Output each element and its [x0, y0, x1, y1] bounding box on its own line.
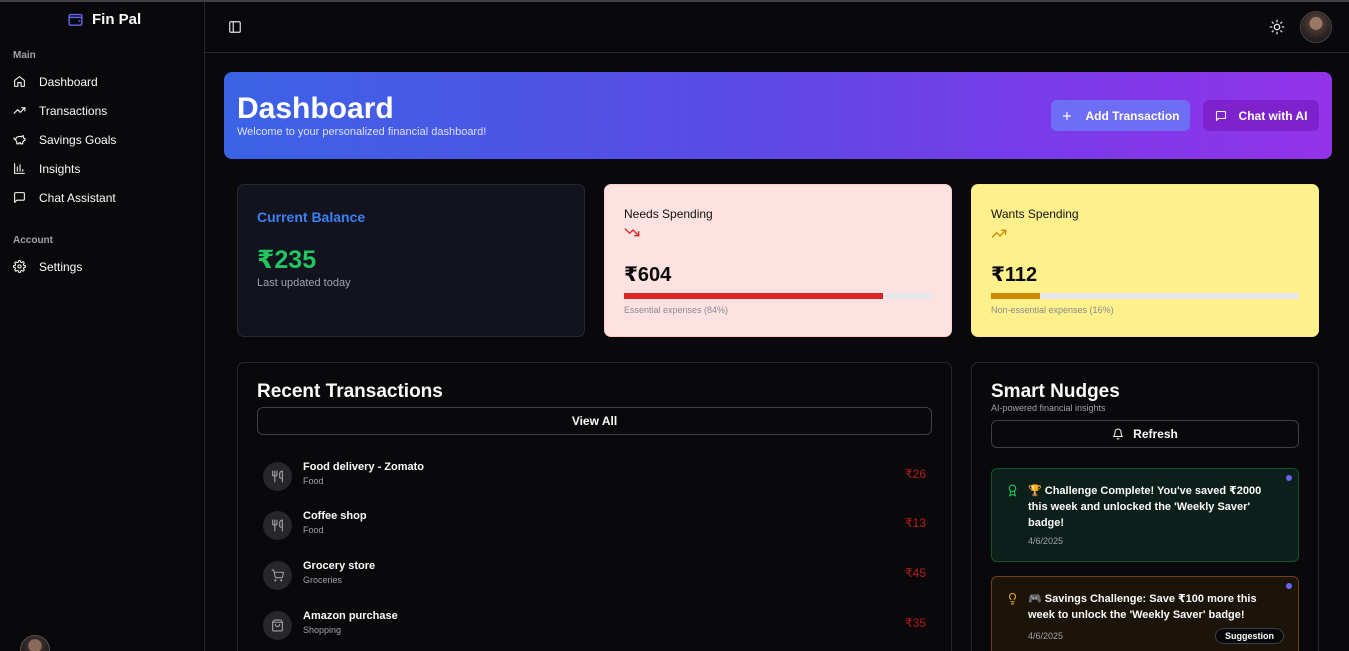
wants-title: Wants Spending — [991, 207, 1079, 221]
sidebar-item-transactions[interactable]: Transactions — [8, 96, 196, 125]
utensils-icon — [263, 511, 292, 540]
sidebar-user-avatar[interactable] — [20, 635, 50, 651]
transaction-amount: ₹35 — [905, 616, 926, 630]
lightbulb-icon — [1009, 593, 1016, 605]
plus-icon — [1063, 111, 1072, 120]
recent-transactions-panel: Recent Transactions View All Food delive… — [237, 362, 952, 651]
nudges-subtitle: AI-powered financial insights — [991, 403, 1106, 413]
sidebar-item-label: Transactions — [39, 103, 108, 118]
bell-icon — [1113, 428, 1124, 440]
trending-up-icon — [991, 229, 1007, 238]
balance-value: ₹235 — [257, 246, 317, 274]
balance-updated-text: Last updated today — [257, 277, 351, 289]
sidebar-item-label: Settings — [39, 259, 83, 274]
shopping-bag-icon — [263, 611, 292, 640]
smart-nudges-panel: Smart Nudges AI-powered financial insigh… — [971, 362, 1319, 651]
suggestion-badge: Suggestion — [1215, 628, 1284, 644]
wallet-icon — [68, 13, 83, 26]
piggy-bank-icon — [13, 135, 26, 145]
needs-progress-bar — [624, 293, 932, 299]
message-square-icon — [1215, 110, 1226, 121]
utensils-icon — [263, 462, 292, 491]
sidebar-item-savings-goals[interactable]: Savings Goals — [8, 125, 196, 154]
brand[interactable]: Fin Pal — [67, 11, 141, 28]
sidebar-item-dashboard[interactable]: Dashboard — [8, 67, 196, 96]
page-title: Dashboard — [237, 92, 394, 125]
sidebar-item-label: Chat Assistant — [39, 190, 116, 205]
sidebar-item-label: Insights — [39, 161, 81, 176]
nudge-text: 🏆 Challenge Complete! You've saved ₹2000… — [1028, 485, 1262, 529]
transaction-category: Food — [303, 525, 324, 535]
transaction-category: Groceries — [303, 575, 343, 585]
transaction-amount: ₹13 — [905, 516, 926, 530]
account-nav: Settings — [8, 252, 196, 281]
sun-icon[interactable] — [1269, 19, 1285, 35]
sidebar: Fin Pal Main Dashboard Transactions Savi… — [0, 2, 205, 651]
nudge-date: 4/6/2025 — [1028, 631, 1064, 641]
wants-caption: Non-essential expenses (16%) — [991, 305, 1114, 315]
transaction-row[interactable]: Grocery store Groceries ₹45 — [263, 558, 928, 594]
bar-chart-icon — [14, 163, 25, 174]
page-subtitle: Welcome to your personalized financial d… — [237, 126, 487, 138]
sidebar-item-chat-assistant[interactable]: Chat Assistant — [8, 183, 196, 212]
add-transaction-label: Add Transaction — [1085, 108, 1180, 123]
wants-progress-bar — [991, 293, 1299, 299]
add-transaction-button[interactable]: Add Transaction — [1051, 100, 1190, 131]
transaction-name: Food delivery - Zomato — [303, 461, 425, 473]
current-balance-card: Current Balance ₹235 Last updated today — [237, 184, 585, 337]
sidebar-item-insights[interactable]: Insights — [8, 154, 196, 183]
trending-down-icon — [624, 228, 640, 237]
refresh-button[interactable]: Refresh — [991, 420, 1299, 448]
chat-with-ai-label: Chat with AI — [1238, 108, 1308, 123]
transaction-name: Amazon purchase — [303, 610, 398, 622]
sidebar-item-label: Savings Goals — [39, 132, 117, 147]
chat-with-ai-button[interactable]: Chat with AI — [1203, 100, 1319, 131]
nudge-date: 4/6/2025 — [1028, 536, 1064, 546]
home-icon — [14, 76, 25, 87]
nudge-text: 🎮 Savings Challenge: Save ₹100 more this… — [1028, 593, 1257, 621]
transaction-name: Grocery store — [303, 560, 376, 572]
transactions-title: Recent Transactions — [257, 381, 443, 402]
main-group-label: Main — [13, 50, 36, 61]
transaction-amount: ₹45 — [905, 566, 926, 580]
dashboard-hero: Dashboard Welcome to your personalized f… — [224, 72, 1332, 159]
nudge-card[interactable]: 🏆 Challenge Complete! You've saved ₹2000… — [991, 468, 1299, 562]
main-nav: Dashboard Transactions Savings Goals Ins… — [8, 67, 196, 212]
nudge-card[interactable]: 🎮 Savings Challenge: Save ₹100 more this… — [991, 576, 1299, 651]
needs-value: ₹604 — [624, 264, 672, 286]
transaction-row[interactable]: Food delivery - Zomato Food ₹26 — [263, 459, 928, 495]
view-all-button[interactable]: View All — [257, 407, 932, 435]
transaction-row[interactable]: Amazon purchase Shopping ₹35 — [263, 608, 928, 644]
sidebar-toggle-icon[interactable] — [228, 20, 242, 34]
wants-progress-fill — [991, 293, 1041, 299]
user-avatar[interactable] — [1300, 11, 1332, 43]
shopping-cart-icon — [263, 561, 292, 590]
unread-dot — [1286, 475, 1292, 481]
nudges-title: Smart Nudges — [991, 381, 1120, 402]
sidebar-item-settings[interactable]: Settings — [8, 252, 196, 281]
account-group-label: Account — [13, 235, 53, 246]
settings-icon — [13, 260, 26, 273]
app-name: Fin Pal — [92, 11, 142, 28]
top-header — [205, 2, 1349, 53]
unread-dot — [1286, 583, 1292, 589]
needs-progress-fill — [624, 293, 883, 299]
wants-spending-card: Wants Spending ₹112 Non-essential expens… — [971, 184, 1319, 337]
transaction-row[interactable]: Coffee shop Food ₹13 — [263, 508, 928, 544]
needs-spending-card: Needs Spending ₹604 Essential expenses (… — [604, 184, 952, 337]
wants-value: ₹112 — [991, 264, 1038, 286]
needs-title: Needs Spending — [624, 207, 713, 221]
needs-caption: Essential expenses (84%) — [624, 305, 729, 315]
balance-title: Current Balance — [257, 209, 366, 225]
transaction-category: Shopping — [303, 625, 342, 635]
transaction-amount: ₹26 — [905, 467, 926, 481]
message-square-icon — [14, 192, 25, 203]
transaction-name: Coffee shop — [303, 510, 367, 522]
refresh-label: Refresh — [1133, 427, 1178, 441]
award-icon — [1008, 484, 1017, 497]
trending-up-icon — [13, 107, 26, 114]
transaction-category: Food — [303, 476, 324, 486]
sidebar-item-label: Dashboard — [39, 74, 98, 89]
